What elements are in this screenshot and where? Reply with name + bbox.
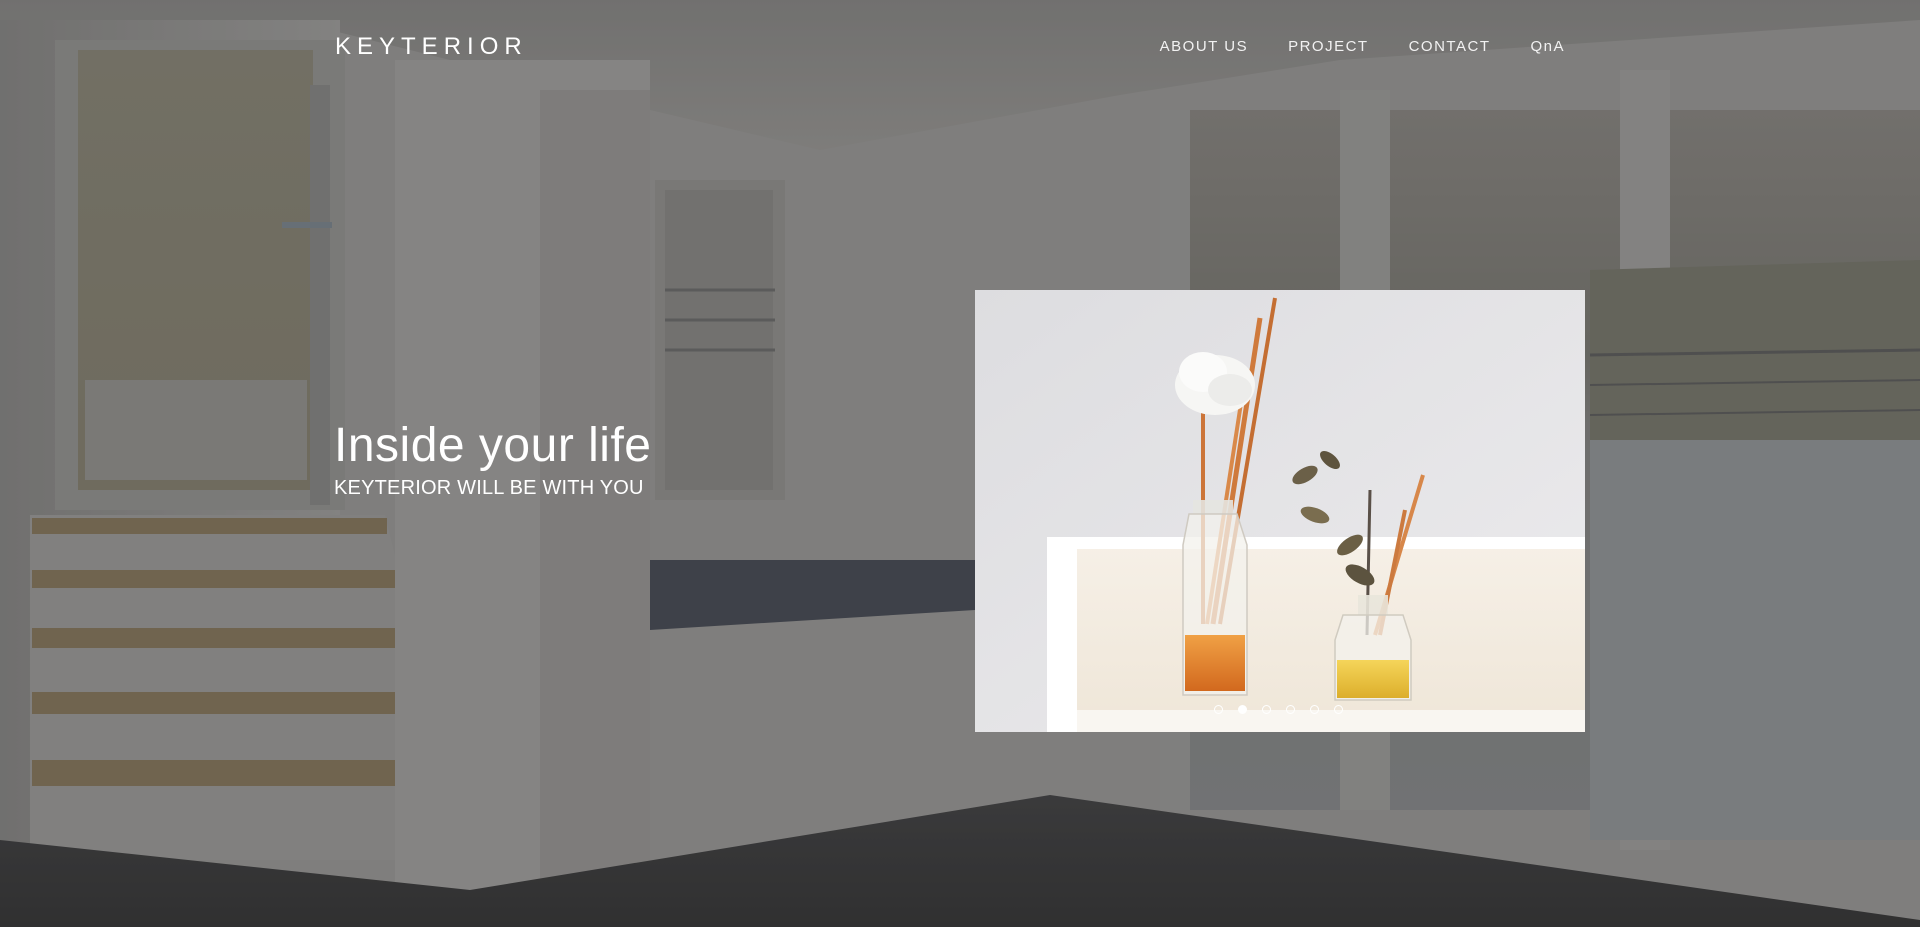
nav-item-project[interactable]: PROJECT	[1288, 38, 1369, 55]
hero-subtitle: KEYTERIOR WILL BE WITH YOU	[334, 477, 644, 499]
hero-title: Inside your life	[334, 419, 652, 472]
slider-dot-active[interactable]	[1238, 705, 1247, 714]
hero-text-block: Inside your life KEYTERIOR WILL BE WITH …	[334, 418, 652, 502]
nav-item-contact[interactable]: CONTACT	[1409, 38, 1491, 55]
slider-dot[interactable]	[1310, 705, 1319, 714]
slider-dot[interactable]	[1214, 705, 1223, 714]
main-navigation: ABOUT US PROJECT CONTACT QnA	[1120, 38, 1565, 55]
slider-pagination	[1214, 705, 1358, 714]
image-slider[interactable]	[975, 290, 1585, 732]
slider-dot[interactable]	[1286, 705, 1295, 714]
nav-item-qna[interactable]: QnA	[1530, 38, 1565, 55]
site-header: KEYTERIOR ABOUT US PROJECT CONTACT QnA	[0, 0, 1920, 95]
slide-image	[975, 290, 1585, 732]
nav-item-about-us[interactable]: ABOUT US	[1160, 38, 1248, 55]
site-logo[interactable]: KEYTERIOR	[335, 33, 528, 61]
slider-dot[interactable]	[1262, 705, 1271, 714]
slider-dot[interactable]	[1334, 705, 1343, 714]
hero-background-image	[0, 0, 1920, 927]
hero-section: KEYTERIOR ABOUT US PROJECT CONTACT QnA I…	[0, 0, 1920, 927]
